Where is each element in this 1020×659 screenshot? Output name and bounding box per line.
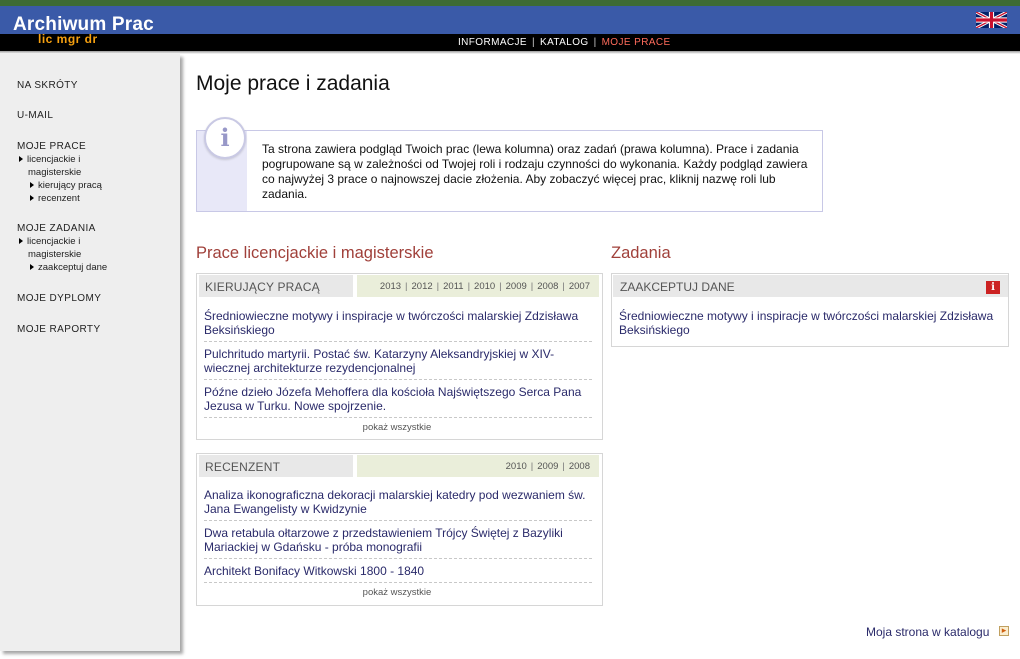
triangle-right-icon [19,156,23,162]
task-box: ZAAKCEPTUJ DANE i Średniowieczne motywy … [611,273,1009,347]
sidebar-item-moje-raporty[interactable]: MOJE RAPORTY [17,324,101,335]
work-link[interactable]: Późne dzieło Józefa Mehoffera dla kościo… [204,385,592,413]
year-separator: | [436,281,440,292]
info-icon: i [204,117,246,159]
show-all-link[interactable]: pokaż wszystkie [197,587,597,598]
task-role-label: ZAAKCEPTUJ DANE [620,280,735,294]
arrow-right-icon[interactable]: ▸ [999,626,1009,636]
year-link[interactable]: 2007 [569,281,590,292]
year-link[interactable]: 2008 [569,461,590,472]
works-heading: Prace licencjackie i magisterskie [196,244,434,262]
nav-separator: | [593,37,597,48]
triangle-right-icon [30,195,34,201]
sidebar-subitem-zaakceptuj-dane[interactable]: zaakceptuj dane [30,261,107,274]
year-separator: | [405,281,408,292]
divider [204,520,592,521]
sidebar-subitem-recenzent[interactable]: recenzent [30,192,80,205]
year-link[interactable]: 2008 [537,281,558,292]
work-link[interactable]: Analiza ikonograficzna dekoracji malarsk… [204,488,592,516]
sidebar-subitem-zadania-licencjackie[interactable]: licencjackie i [19,235,80,248]
work-link[interactable]: Pulchritudo martyrii. Postać św. Katarzy… [204,347,592,375]
year-separator: | [562,281,565,292]
task-work-link[interactable]: Średniowieczne motywy i inspiracje w twó… [619,309,1001,337]
tasks-heading: Zadania [611,244,671,262]
triangle-right-icon [30,182,34,188]
year-separator: | [499,281,502,292]
divider [204,417,592,418]
year-link[interactable]: 2013 [380,281,401,292]
task-accept-data-link[interactable]: ZAAKCEPTUJ DANE i [613,275,1008,297]
year-link[interactable]: 2012 [412,281,433,292]
sidebar-subitem-prace-licencjackie[interactable]: licencjackie i [19,153,80,166]
nav-separator: | [532,37,535,48]
info-badge-icon: i [986,281,1000,294]
year-separator: | [530,461,534,472]
triangle-right-icon [30,264,34,270]
supervisor-box: KIERUJĄCY PRACĄ 2013 | 2012 | 2011 | 2010 | 2009… [196,273,603,440]
uk-flag-icon[interactable] [976,12,1007,28]
year-separator: | [562,461,565,472]
sidebar-subitem-label: licencjackie i [27,154,81,165]
sidebar-item-u-mail[interactable]: U-MAIL [17,110,53,121]
sidebar-subitem-label: recenzent [38,193,80,204]
sidebar-subitem-label: zaakceptuj dane [38,262,108,273]
divider [204,379,592,380]
sidebar-item-moje-prace[interactable]: MOJE PRACE [17,141,86,152]
triangle-right-icon [19,238,23,244]
year-link[interactable]: 2009 [506,281,527,292]
year-link[interactable]: 2010 [474,281,495,292]
year-link[interactable]: 2009 [537,461,558,472]
role-supervisor-link[interactable]: KIERUJĄCY PRACĄ [199,275,353,297]
nav-katalog[interactable]: KATALOG [540,37,589,48]
year-filter: 2013 | 2012 | 2011 | 2010 | 2009 | 2008 | 2007 [357,275,599,297]
sidebar-item-moje-zadania[interactable]: MOJE ZADANIA [17,223,96,234]
year-separator: | [530,281,534,292]
catalog-page-link[interactable]: Moja strona w katalogu [866,625,989,639]
site-subtitle: lic mgr dr [38,32,98,46]
year-separator: | [467,281,471,292]
reviewer-box: RECENZENT 2010 | 2009 | 2008 Analiza ikonogr… [196,453,603,606]
info-text: Ta strona zawiera podgląd Twoich prac (l… [262,142,808,201]
divider [204,341,592,342]
year-link[interactable]: 2011 [443,281,463,292]
divider [204,582,592,583]
work-link[interactable]: Architekt Bonifacy Witkowski 1800 - 1840 [204,564,592,578]
info-box: i Ta strona zawiera podgląd Twoich prac … [196,117,823,212]
sidebar-subitem-label-cont[interactable]: magisterskie [28,166,81,179]
page-title: Moje prace i zadania [196,72,390,95]
nav-moje-prace[interactable]: MOJE PRACE [602,37,671,48]
sidebar-subitem-label: kierujący pracą [38,180,102,191]
year-link[interactable]: 2010 [506,461,527,472]
sidebar-item-na-skroty[interactable]: NA SKRÓTY [17,80,78,91]
sidebar-item-moje-dyplomy[interactable]: MOJE DYPLOMY [17,293,101,304]
top-navigation: INFORMACJE | KATALOG | MOJE PRACE [458,37,671,48]
sidebar-subitem-label-cont[interactable]: magisterskie [28,248,81,261]
work-link[interactable]: Dwa retabula ołtarzowe z przedstawieniem… [204,526,592,554]
show-all-link[interactable]: pokaż wszystkie [197,422,597,433]
work-link[interactable]: Średniowieczne motywy i inspiracje w twó… [204,309,592,337]
nav-informacje[interactable]: INFORMACJE [458,37,527,48]
sidebar-subitem-label: licencjackie i [27,236,81,247]
sidebar-subitem-kierujacy-praca[interactable]: kierujący pracą [30,179,102,192]
divider [204,558,592,559]
role-reviewer-link[interactable]: RECENZENT [199,455,353,477]
year-filter: 2010 | 2009 | 2008 [357,455,599,477]
